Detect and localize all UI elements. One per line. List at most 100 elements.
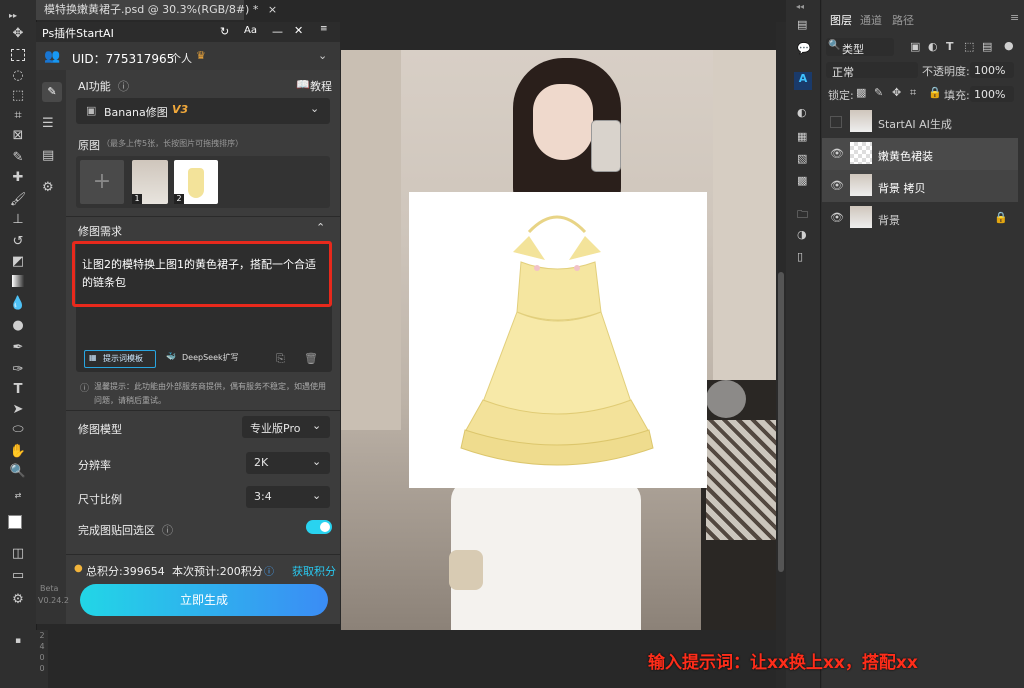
dodge-tool-icon[interactable]: ● bbox=[9, 316, 27, 334]
tutorial-link[interactable]: 教程 bbox=[310, 78, 332, 94]
layer-kind-filter[interactable]: 🔍 类型 bbox=[826, 38, 894, 56]
paste-back-toggle[interactable] bbox=[306, 520, 332, 534]
layer-row[interactable]: 👁 背景 拷贝 bbox=[822, 170, 1018, 202]
history-icon[interactable]: ⎘ bbox=[276, 352, 285, 366]
filter-toggle-icon[interactable]: ● bbox=[1004, 39, 1014, 52]
close-tab-icon[interactable]: × bbox=[268, 3, 277, 16]
blur-tool-icon[interactable]: 💧 bbox=[9, 294, 27, 312]
lock-all-icon[interactable]: 🔒 bbox=[928, 86, 942, 99]
chevron-down-icon[interactable]: ⌄ bbox=[318, 49, 327, 62]
refresh-icon[interactable]: ↻ bbox=[220, 25, 229, 38]
lock-transparent-icon[interactable]: ▩ bbox=[856, 86, 866, 99]
filter-pixel-icon[interactable]: ▣ bbox=[910, 40, 920, 53]
eye-icon[interactable]: 👁 bbox=[830, 147, 844, 160]
path-select-icon[interactable]: ➤ bbox=[9, 400, 27, 418]
swatches-panel-icon[interactable]: ▦ bbox=[797, 130, 807, 143]
pen-alt-icon[interactable]: ✑ bbox=[9, 360, 27, 378]
comments-panel-icon[interactable]: 💬 bbox=[797, 42, 811, 55]
hand-tool-icon[interactable]: ✋ bbox=[9, 442, 27, 460]
layer-row[interactable]: 👁 嫩黄色裙装 bbox=[822, 138, 1018, 170]
info-icon[interactable]: ⓘ bbox=[264, 563, 274, 578]
move-tool-icon[interactable]: ✥ bbox=[9, 24, 27, 42]
adjustments-panel-icon[interactable]: ◑ bbox=[797, 228, 807, 241]
history-panel-icon[interactable]: ▤ bbox=[797, 18, 807, 31]
ratio-select[interactable]: 3:4 ⌄ bbox=[246, 486, 330, 508]
libraries-panel-icon[interactable]: 🗀 bbox=[797, 206, 808, 225]
minimize-icon[interactable]: — bbox=[272, 25, 283, 38]
canvas-photo[interactable] bbox=[341, 50, 777, 630]
clipboard-nav-icon[interactable]: ▤ bbox=[42, 148, 54, 163]
object-select-icon[interactable]: ⬚ bbox=[9, 86, 27, 104]
type-tool-icon[interactable]: T bbox=[9, 380, 27, 398]
lock-position-icon[interactable]: ✥ bbox=[892, 86, 901, 99]
history-brush-icon[interactable]: ↺ bbox=[9, 232, 27, 250]
pen-tool-icon[interactable]: ✒ bbox=[9, 338, 27, 356]
quick-mask-icon[interactable]: ◫ bbox=[9, 544, 27, 562]
eraser-tool-icon[interactable]: ◩ bbox=[9, 252, 27, 270]
trash-icon[interactable]: 🗑 bbox=[304, 352, 318, 365]
filter-smart-icon[interactable]: ▤ bbox=[982, 40, 992, 53]
lock-image-icon[interactable]: ✎ bbox=[874, 86, 883, 99]
healing-brush-icon[interactable]: ✚ bbox=[9, 168, 27, 186]
stamp-tool-icon[interactable]: ⊥ bbox=[9, 210, 27, 228]
properties-panel-icon[interactable]: ▯ bbox=[797, 250, 803, 263]
visibility-off-icon[interactable] bbox=[830, 116, 842, 128]
zoom-tool-icon[interactable]: 🔍 bbox=[9, 462, 27, 480]
lasso-tool-icon[interactable]: ◌ bbox=[9, 66, 27, 84]
startai-plugin-icon[interactable]: A bbox=[794, 72, 812, 90]
info-icon[interactable]: ⓘ bbox=[162, 522, 173, 538]
filter-type-icon[interactable]: T bbox=[946, 40, 954, 53]
original-thumbnail-1[interactable]: 1 bbox=[132, 160, 168, 204]
brush-tool-icon[interactable]: 🖌 bbox=[9, 190, 27, 208]
edit-toolbar-icon[interactable]: ⚙ bbox=[9, 590, 27, 608]
eye-icon[interactable]: 👁 bbox=[830, 179, 844, 192]
function-select[interactable]: ▣ Banana修图 V3 ⌄ bbox=[76, 98, 330, 124]
collapse-icon[interactable]: ◂◂ bbox=[796, 2, 804, 11]
vertical-scrollbar[interactable] bbox=[776, 22, 786, 688]
lock-artboard-icon[interactable]: ⌗ bbox=[910, 86, 916, 100]
filter-shape-icon[interactable]: ⬚ bbox=[964, 40, 974, 53]
opacity-input[interactable]: 100% bbox=[970, 62, 1014, 78]
settings-nav-icon[interactable]: ⚙ bbox=[42, 180, 54, 195]
deepseek-button[interactable]: 🐳 DeepSeek扩写 bbox=[166, 350, 248, 366]
get-points-link[interactable]: 获取积分 bbox=[292, 563, 336, 579]
shape-tool-icon[interactable]: ⬭ bbox=[9, 420, 27, 438]
frame-tool-icon[interactable]: ⊠ bbox=[9, 126, 27, 144]
gradients-panel-icon[interactable]: ▧ bbox=[797, 152, 807, 165]
screen-mode-icon[interactable]: ▭ bbox=[9, 566, 27, 584]
foreground-color-swatch[interactable] bbox=[8, 515, 22, 529]
eyedropper-icon[interactable]: ✎ bbox=[9, 148, 27, 166]
font-size-icon[interactable]: Aa bbox=[244, 25, 257, 36]
layers-nav-icon[interactable]: ☰ bbox=[42, 116, 54, 131]
fill-input[interactable]: 100% bbox=[970, 86, 1014, 102]
model-select[interactable]: 专业版Pro ⌄ bbox=[242, 416, 330, 438]
original-thumbnail-2[interactable]: 2 bbox=[174, 160, 218, 204]
dress-overlay-image[interactable] bbox=[409, 192, 707, 488]
swap-colors-icon[interactable]: ⇄ bbox=[9, 486, 27, 504]
filter-adjust-icon[interactable]: ◐ bbox=[928, 40, 938, 53]
tab-layers[interactable]: 图层 bbox=[830, 12, 852, 28]
document-tab[interactable]: 模特换嫩黄裙子.psd @ 30.3%(RGB/8#) * × bbox=[36, 0, 277, 20]
layer-row[interactable]: 👁 背景 🔒 bbox=[822, 202, 1018, 234]
gradient-tool-icon[interactable] bbox=[9, 272, 27, 290]
generate-button[interactable]: 立即生成 bbox=[80, 584, 328, 616]
info-icon[interactable]: ⓘ bbox=[118, 78, 129, 94]
chevron-up-icon[interactable]: ⌃ bbox=[316, 221, 325, 234]
patterns-panel-icon[interactable]: ▩ bbox=[797, 174, 807, 187]
marquee-tool-icon[interactable] bbox=[9, 46, 27, 64]
prompt-template-button[interactable]: ▦ 提示词模板 bbox=[84, 350, 156, 368]
blend-mode-select[interactable]: 正常 bbox=[826, 62, 918, 79]
book-icon[interactable]: 📖 bbox=[296, 78, 310, 91]
color-panel-icon[interactable]: ◐ bbox=[797, 106, 807, 119]
crop-tool-icon[interactable]: ⌗ bbox=[9, 106, 27, 124]
resolution-select[interactable]: 2K ⌄ bbox=[246, 452, 330, 474]
collapse-icon[interactable]: ▸▸ bbox=[4, 6, 22, 24]
layer-row[interactable]: StartAI AI生成 bbox=[822, 106, 1018, 138]
more-tools-icon[interactable]: ▪ bbox=[9, 632, 27, 650]
edit-nav-icon[interactable]: ✎ bbox=[42, 82, 62, 102]
eye-icon[interactable]: 👁 bbox=[830, 211, 844, 224]
panel-menu-icon[interactable]: ≡ bbox=[1010, 11, 1019, 24]
close-icon[interactable]: ✕ bbox=[294, 24, 303, 37]
tab-channels[interactable]: 通道 bbox=[860, 12, 882, 28]
tab-paths[interactable]: 路径 bbox=[892, 12, 914, 28]
